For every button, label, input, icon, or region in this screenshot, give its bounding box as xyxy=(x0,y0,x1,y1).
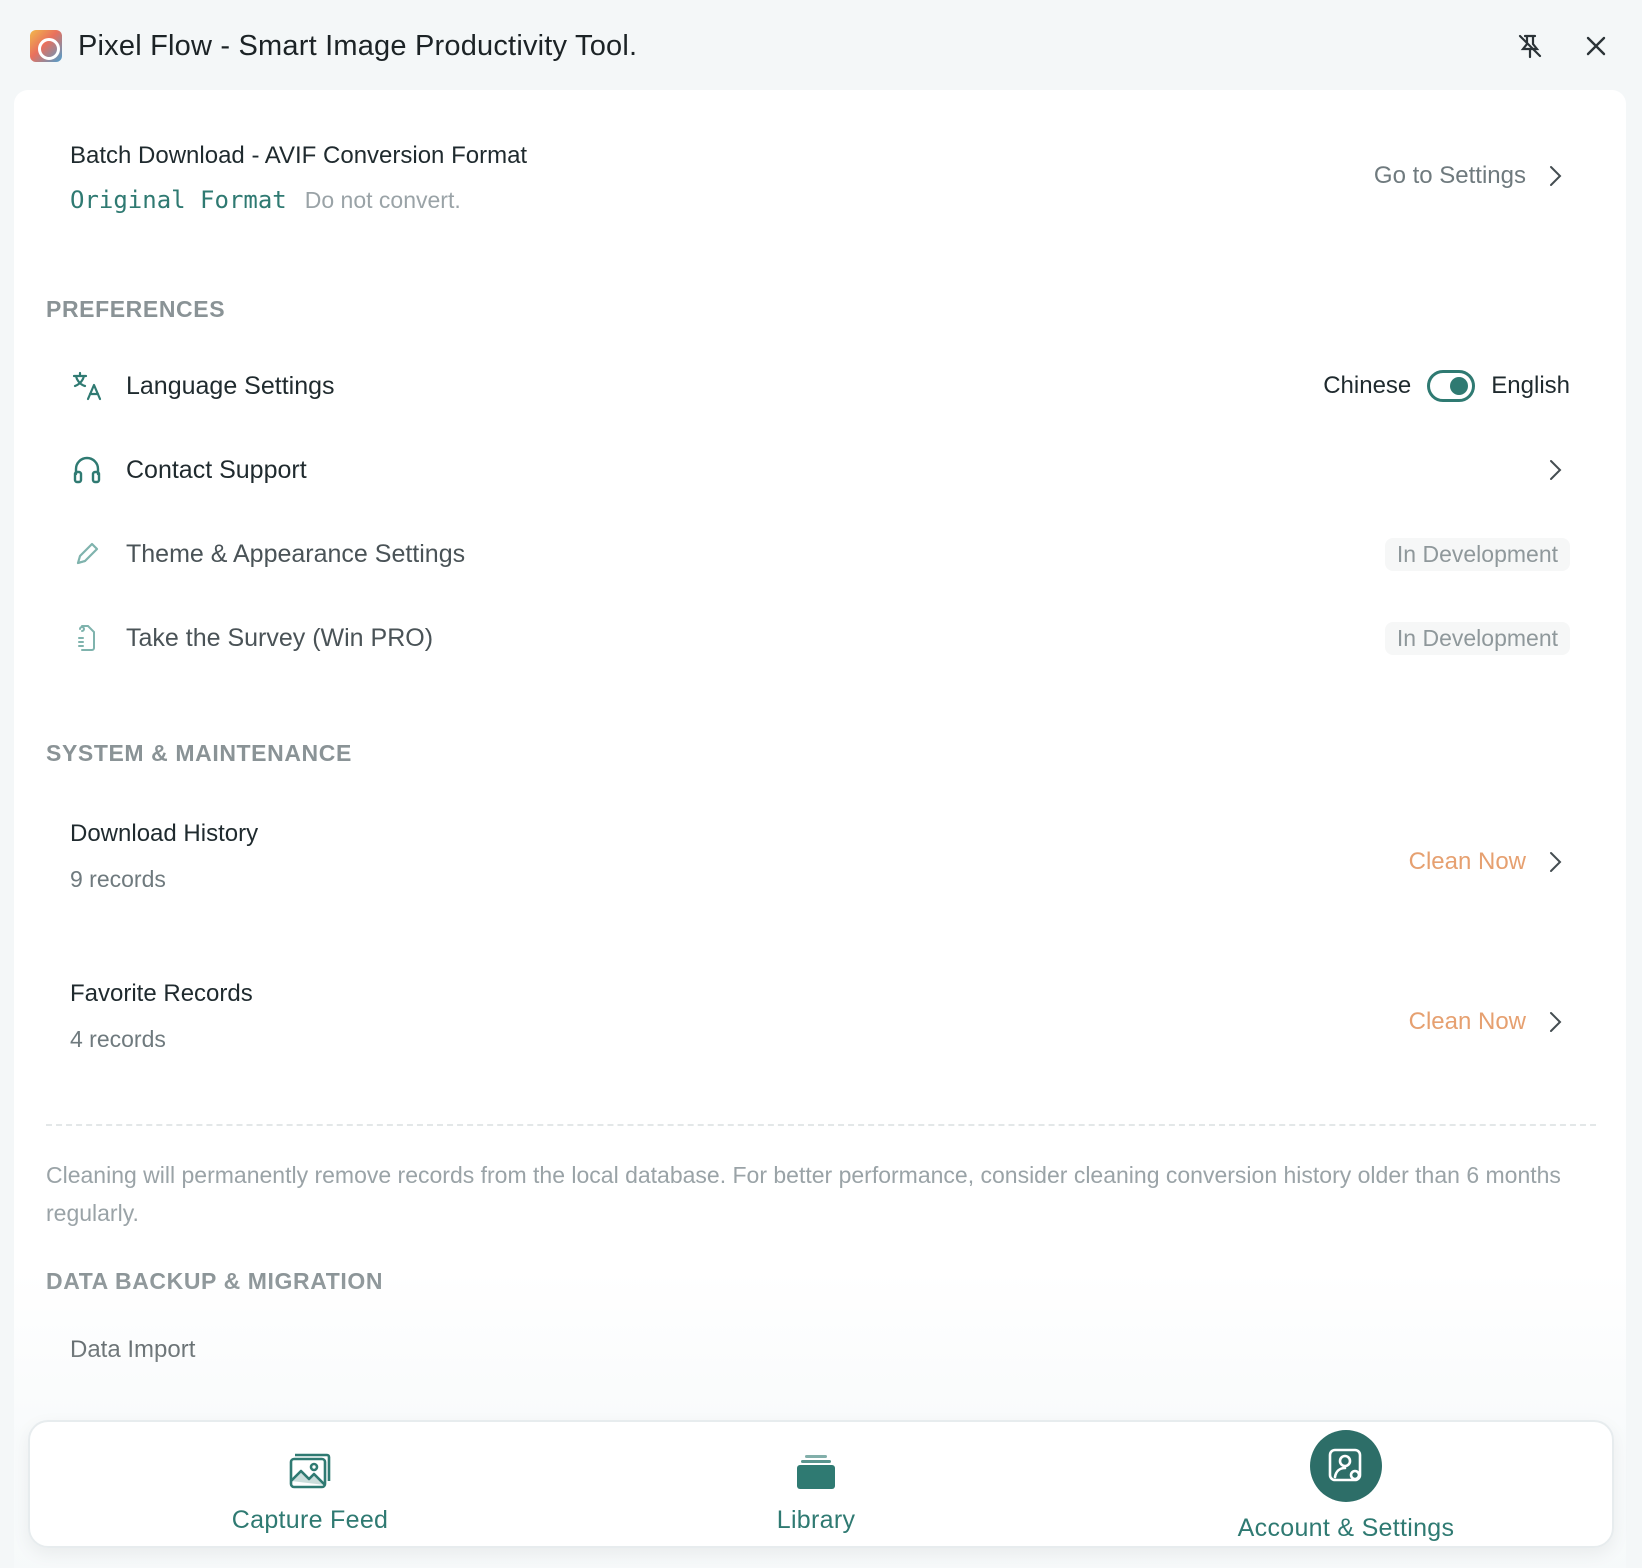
batch-title: Batch Download - AVIF Conversion Format xyxy=(70,142,528,169)
settings-content: Batch Download - AVIF Conversion Format … xyxy=(14,90,1626,1568)
language-settings-row: Language Settings Chinese English xyxy=(70,356,1584,416)
nav-library[interactable]: Library xyxy=(716,1422,916,1550)
bottom-nav: Capture Feed Library Account & Settings xyxy=(28,1420,1614,1548)
batch-format-note: Do not convert. xyxy=(304,187,461,213)
nav-account-settings-label: Account & Settings xyxy=(1237,1514,1455,1542)
close-icon[interactable] xyxy=(1580,30,1612,62)
data-backup-header: DATA BACKUP & MIGRATION xyxy=(46,1268,384,1294)
theme-status: In Development xyxy=(1384,537,1570,571)
clean-now-label: Clean Now xyxy=(1408,1008,1526,1035)
language-settings-label: Language Settings xyxy=(126,371,335,400)
headset-icon xyxy=(70,453,104,487)
download-history-title: Download History xyxy=(70,820,259,847)
favorite-records-row: Favorite Records 4 records Clean Now xyxy=(70,980,1584,1070)
chevron-right-icon xyxy=(1550,1012,1562,1032)
dashed-divider xyxy=(46,1124,1596,1126)
pencil-icon xyxy=(70,537,104,571)
unpin-icon[interactable] xyxy=(1514,30,1546,62)
language-option-chinese[interactable]: Chinese xyxy=(1323,372,1411,400)
language-switch: Chinese English xyxy=(1323,370,1570,402)
nav-account-settings[interactable]: Account & Settings xyxy=(1196,1422,1496,1550)
survey-doc-icon xyxy=(70,621,104,655)
clean-now-label: Clean Now xyxy=(1408,848,1526,875)
batch-subtitle: Original Format Do not convert. xyxy=(70,186,1584,214)
survey-row: Take the Survey (Win PRO) In Development xyxy=(70,608,1584,668)
in-development-badge: In Development xyxy=(1384,621,1570,655)
theme-settings-row: Theme & Appearance Settings In Developme… xyxy=(70,524,1584,584)
stack-icon xyxy=(794,1450,838,1494)
clean-favorites-button[interactable]: Clean Now xyxy=(1409,1008,1566,1036)
data-import-title: Data Import xyxy=(70,1336,196,1363)
favorite-records-title: Favorite Records xyxy=(70,980,253,1007)
go-to-settings-label: Go to Settings xyxy=(1373,162,1526,189)
chevron-right-icon xyxy=(1550,166,1562,186)
contact-support-row[interactable]: Contact Support xyxy=(70,440,1584,500)
title-bar: Pixel Flow - Smart Image Productivity To… xyxy=(0,0,1642,92)
survey-label: Take the Survey (Win PRO) xyxy=(126,623,434,652)
chevron-right-icon xyxy=(1550,852,1562,872)
preferences-header: PREFERENCES xyxy=(46,296,226,322)
cleaning-notice: Cleaning will permanently remove records… xyxy=(46,1162,1561,1226)
clean-download-history-button[interactable]: Clean Now xyxy=(1409,848,1566,876)
app-title: Pixel Flow - Smart Image Productivity To… xyxy=(78,29,638,62)
go-to-settings-link[interactable]: Go to Settings xyxy=(1374,162,1566,190)
contact-support-chevron xyxy=(1544,459,1566,481)
nav-capture-feed[interactable]: Capture Feed xyxy=(210,1422,410,1550)
download-history-count: 9 records xyxy=(70,866,166,892)
survey-status: In Development xyxy=(1384,621,1570,655)
chevron-right-icon xyxy=(1550,460,1562,480)
account-settings-icon xyxy=(1310,1430,1382,1502)
app-logo-icon xyxy=(30,30,62,62)
theme-settings-label: Theme & Appearance Settings xyxy=(126,539,466,568)
image-icon xyxy=(288,1450,332,1494)
download-history-row: Download History 9 records Clean Now xyxy=(70,820,1584,910)
contact-support-label: Contact Support xyxy=(126,455,307,484)
in-development-badge: In Development xyxy=(1384,537,1570,571)
settings-card: Batch Download - AVIF Conversion Format … xyxy=(14,90,1626,1568)
language-option-english[interactable]: English xyxy=(1491,372,1570,400)
title-actions xyxy=(1514,30,1612,62)
batch-format-row[interactable]: Batch Download - AVIF Conversion Format … xyxy=(70,142,1584,252)
favorite-records-count: 4 records xyxy=(70,1026,166,1052)
batch-format-value: Original Format xyxy=(70,186,287,214)
translate-icon xyxy=(70,369,104,403)
system-maintenance-header: SYSTEM & MAINTENANCE xyxy=(46,740,352,766)
nav-capture-feed-label: Capture Feed xyxy=(231,1506,389,1534)
nav-library-label: Library xyxy=(776,1506,856,1534)
language-toggle[interactable] xyxy=(1427,370,1476,402)
